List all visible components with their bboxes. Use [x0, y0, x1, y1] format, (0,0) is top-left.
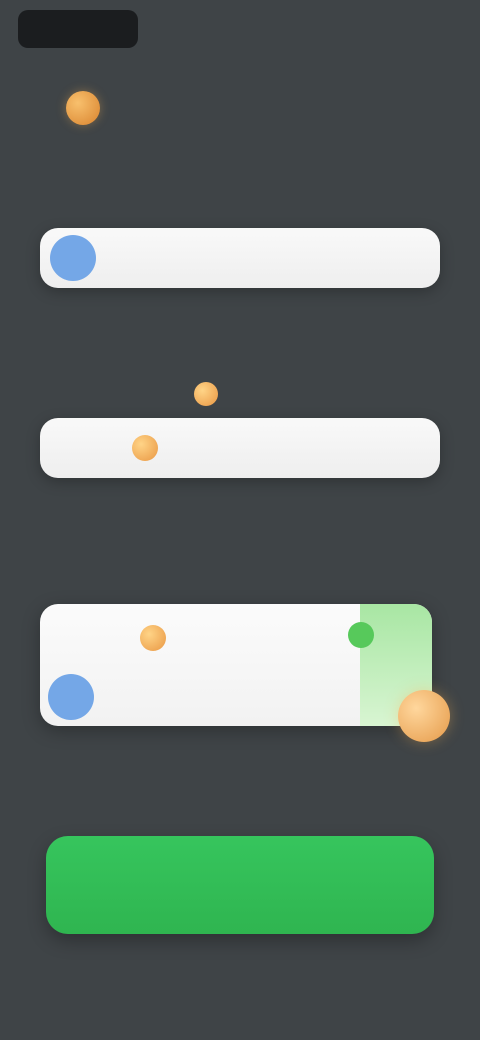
input-field-2-content — [40, 418, 440, 478]
input-field-1[interactable] — [40, 228, 440, 288]
input-field-2[interactable] — [40, 418, 440, 478]
orange-corner-icon — [398, 690, 450, 742]
page-header — [52, 86, 440, 130]
blue-avatar-icon — [50, 235, 96, 281]
orange-token-icon — [132, 435, 158, 461]
orange-token-icon — [140, 625, 166, 651]
primary-action-button[interactable] — [46, 836, 434, 934]
main-page — [40, 0, 450, 1040]
orange-token-icon — [194, 382, 218, 406]
card-row-top — [58, 622, 412, 654]
card-row-bottom — [48, 674, 412, 720]
input-field-1-content — [40, 228, 440, 288]
blue-avatar-icon — [48, 674, 94, 720]
selection-card[interactable] — [40, 604, 432, 726]
orange-badge-icon — [66, 91, 100, 125]
